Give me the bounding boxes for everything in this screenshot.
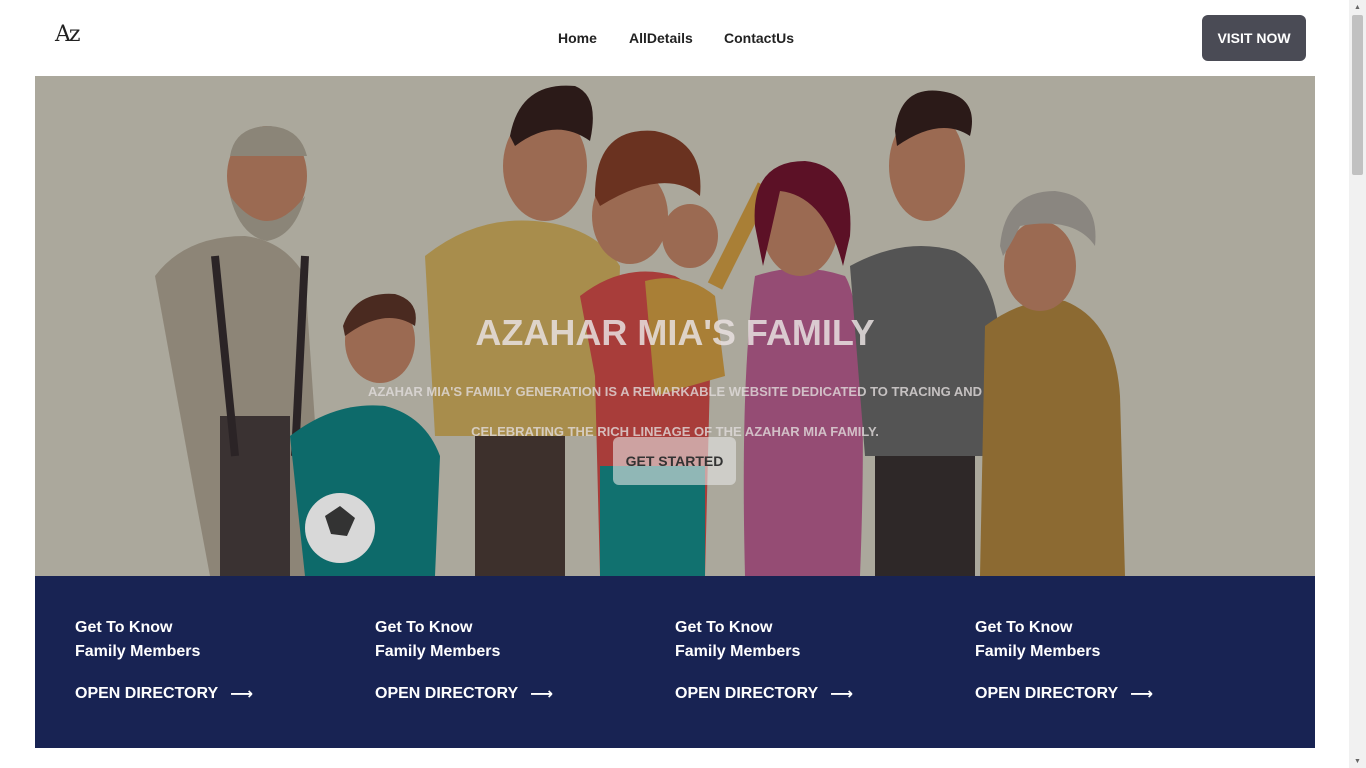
open-directory-label: OPEN DIRECTORY bbox=[375, 685, 519, 702]
arrow-right-icon: ⟶ bbox=[230, 686, 254, 703]
page-scrollbar[interactable]: ▲ ▼ bbox=[1349, 0, 1366, 768]
main-nav: Home AllDetails ContactUs bbox=[558, 30, 804, 46]
open-directory-label: OPEN DIRECTORY bbox=[975, 685, 1119, 702]
open-directory-label: OPEN DIRECTORY bbox=[75, 685, 219, 702]
card-heading: Get To Know bbox=[675, 619, 773, 636]
card-subheading: Family Members bbox=[375, 643, 501, 660]
open-directory-link[interactable]: OPEN DIRECTORY ⟶ bbox=[975, 684, 1235, 704]
hero-description-line: AZAHAR MIA'S FAMILY GENERATION IS A REMA… bbox=[367, 384, 983, 399]
visit-now-button[interactable]: VISIT NOW bbox=[1202, 15, 1306, 61]
open-directory-link[interactable]: OPEN DIRECTORY ⟶ bbox=[675, 684, 935, 704]
header: Az Home AllDetails ContactUs VISIT NOW bbox=[0, 0, 1349, 76]
scroll-up-arrow-icon[interactable]: ▲ bbox=[1349, 0, 1366, 14]
card-heading: Get To Know bbox=[75, 619, 173, 636]
arrow-right-icon: ⟶ bbox=[1130, 686, 1154, 703]
directory-card: Get To Know Family Members OPEN DIRECTOR… bbox=[75, 616, 335, 704]
site-logo[interactable]: Az bbox=[55, 22, 91, 52]
directory-card: Get To Know Family Members OPEN DIRECTOR… bbox=[675, 616, 935, 704]
get-started-button[interactable]: GET STARTED bbox=[613, 437, 736, 485]
directory-card: Get To Know Family Members OPEN DIRECTOR… bbox=[375, 616, 635, 704]
nav-alldetails[interactable]: AllDetails bbox=[629, 30, 724, 46]
nav-home[interactable]: Home bbox=[558, 30, 629, 46]
card-heading: Get To Know bbox=[375, 619, 473, 636]
card-heading: Get To Know bbox=[975, 619, 1073, 636]
hero-title: AZAHAR MIA'S FAMILY bbox=[475, 312, 875, 353]
card-subheading: Family Members bbox=[675, 643, 801, 660]
card-subheading: Family Members bbox=[975, 643, 1101, 660]
nav-contactus[interactable]: ContactUs bbox=[724, 30, 804, 46]
open-directory-link[interactable]: OPEN DIRECTORY ⟶ bbox=[375, 684, 635, 704]
card-subheading: Family Members bbox=[75, 643, 201, 660]
directory-band: Get To Know Family Members OPEN DIRECTOR… bbox=[35, 576, 1315, 748]
scroll-down-arrow-icon[interactable]: ▼ bbox=[1349, 754, 1366, 768]
hero-banner: AZAHAR MIA'S FAMILY AZAHAR MIA'S FAMILY … bbox=[35, 76, 1315, 576]
scroll-thumb[interactable] bbox=[1352, 15, 1363, 175]
logo-text: Az bbox=[55, 22, 81, 47]
open-directory-label: OPEN DIRECTORY bbox=[675, 685, 819, 702]
page: Az Home AllDetails ContactUs VISIT NOW A… bbox=[0, 0, 1366, 768]
open-directory-link[interactable]: OPEN DIRECTORY ⟶ bbox=[75, 684, 335, 704]
arrow-right-icon: ⟶ bbox=[830, 686, 854, 703]
directory-card: Get To Know Family Members OPEN DIRECTOR… bbox=[975, 616, 1235, 704]
arrow-right-icon: ⟶ bbox=[530, 686, 554, 703]
